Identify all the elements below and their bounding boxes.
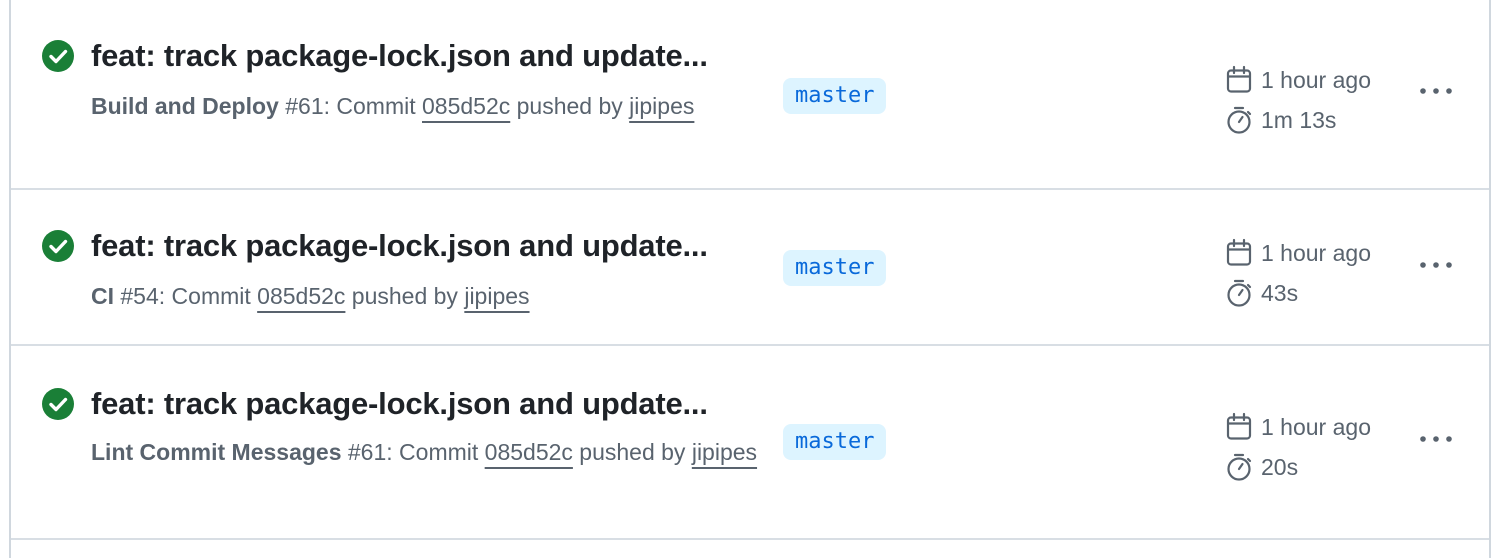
run-time-ago: 1 hour ago bbox=[1224, 410, 1371, 444]
check-circle-fill-icon bbox=[42, 40, 74, 72]
pushed-by-text: pushed by bbox=[510, 93, 630, 119]
workflow-name: Lint Commit Messages bbox=[91, 439, 342, 465]
time-ago-text: 1 hour ago bbox=[1261, 66, 1371, 93]
run-number: #61 bbox=[347, 439, 387, 465]
run-menu-button[interactable] bbox=[1411, 245, 1461, 285]
stopwatch-icon bbox=[1227, 279, 1252, 307]
workflow-run-row[interactable]: feat: track package-lock.json and update… bbox=[11, 190, 1489, 346]
run-meta: Build and Deploy #61: Commit 085d52c pus… bbox=[91, 88, 761, 125]
kebab-horizontal-icon bbox=[1420, 262, 1452, 268]
run-title-link[interactable]: feat: track package-lock.json and update… bbox=[91, 38, 708, 74]
calendar-icon bbox=[1226, 412, 1252, 440]
pushed-by-text: pushed by bbox=[572, 439, 692, 465]
author-link[interactable]: jipipes bbox=[629, 93, 694, 119]
calendar-icon bbox=[1226, 65, 1252, 93]
run-number: #61 bbox=[285, 93, 324, 119]
check-circle-fill-icon bbox=[42, 230, 74, 262]
run-time-ago: 1 hour ago bbox=[1224, 236, 1371, 270]
run-duration: 1m 13s bbox=[1224, 103, 1336, 137]
workflow-run-row[interactable]: feat: track package-lock.json and update… bbox=[11, 346, 1489, 540]
calendar-icon bbox=[1226, 238, 1252, 266]
commit-sha-link[interactable]: 085d52c bbox=[485, 439, 573, 465]
branch-badge[interactable]: master bbox=[783, 78, 887, 114]
run-menu-button[interactable] bbox=[1411, 419, 1461, 459]
run-title-link[interactable]: feat: track package-lock.json and update… bbox=[91, 386, 708, 422]
stopwatch-icon bbox=[1227, 106, 1252, 134]
run-duration: 43s bbox=[1224, 276, 1298, 310]
branch-badge[interactable]: master bbox=[783, 250, 887, 286]
commit-sha-link[interactable]: 085d52c bbox=[422, 93, 510, 119]
commit-text: : Commit bbox=[158, 283, 258, 309]
duration-text: 20s bbox=[1261, 453, 1299, 480]
kebab-horizontal-icon bbox=[1420, 88, 1452, 94]
duration-text: 1m 13s bbox=[1261, 106, 1337, 133]
run-number: #54 bbox=[120, 283, 159, 309]
commit-sha-link[interactable]: 085d52c bbox=[257, 283, 345, 309]
time-ago-text: 1 hour ago bbox=[1261, 239, 1371, 266]
run-duration: 20s bbox=[1224, 450, 1298, 484]
run-menu-button[interactable] bbox=[1411, 71, 1461, 111]
stopwatch-icon bbox=[1227, 453, 1252, 481]
run-title-link[interactable]: feat: track package-lock.json and update… bbox=[91, 228, 708, 264]
pushed-by-text: pushed by bbox=[345, 283, 465, 309]
workflow-run-row[interactable]: feat: track package-lock.json and update… bbox=[11, 0, 1489, 190]
run-meta: CI #54: Commit 085d52c pushed by jipipes bbox=[91, 278, 761, 315]
workflow-run-list: feat: track package-lock.json and update… bbox=[9, 0, 1491, 558]
workflow-name: CI bbox=[91, 283, 114, 309]
commit-text: : Commit bbox=[323, 93, 422, 119]
workflow-name: Build and Deploy bbox=[91, 93, 279, 119]
kebab-horizontal-icon bbox=[1420, 436, 1452, 442]
author-link[interactable]: jipipes bbox=[464, 283, 529, 309]
check-circle-fill-icon bbox=[42, 388, 74, 420]
time-ago-text: 1 hour ago bbox=[1261, 413, 1371, 440]
run-time-ago: 1 hour ago bbox=[1224, 63, 1371, 97]
run-meta: Lint Commit Messages #61: Commit 085d52c… bbox=[91, 434, 761, 471]
commit-text: : Commit bbox=[386, 439, 485, 465]
author-link[interactable]: jipipes bbox=[692, 439, 757, 465]
duration-text: 43s bbox=[1261, 279, 1299, 306]
branch-badge[interactable]: master bbox=[783, 424, 887, 460]
